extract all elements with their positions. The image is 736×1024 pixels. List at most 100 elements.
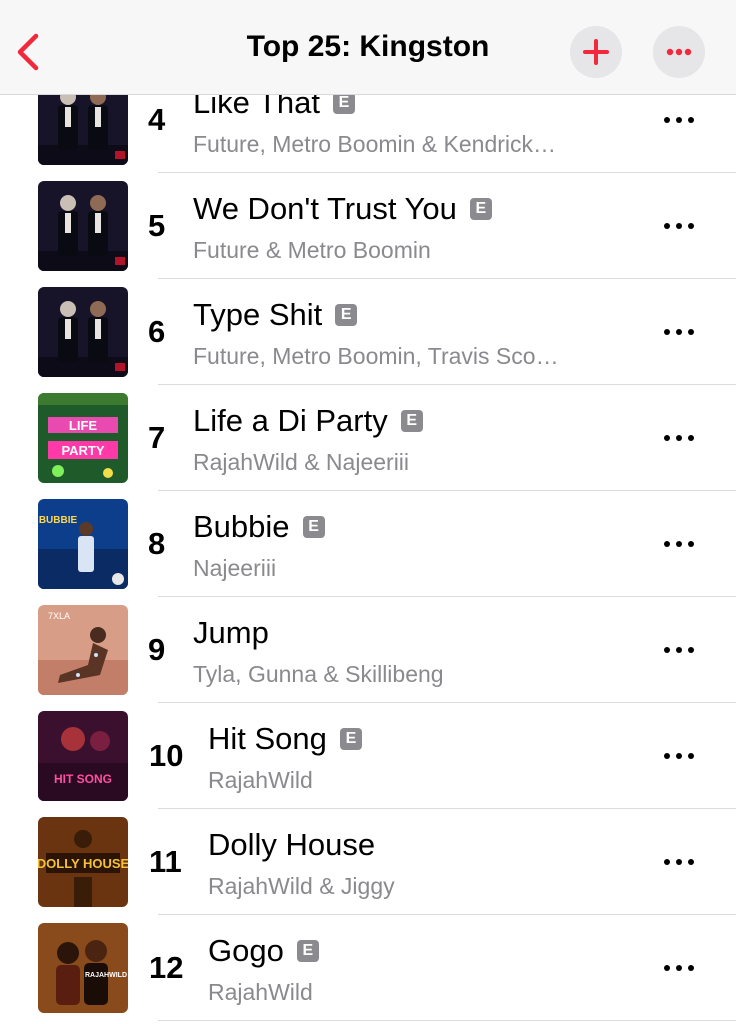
chart-rank: 7 [148, 420, 166, 455]
row-divider [158, 1020, 736, 1021]
album-artwork-image: LIFE PARTY [38, 393, 128, 483]
album-artwork[interactable] [38, 181, 128, 271]
track-title: Life a Di Party [193, 403, 388, 438]
track-artist: Future & Metro Boomin [193, 237, 431, 263]
track-row[interactable]: BUBBIE 8 Bubbie E Najeeriii [0, 491, 736, 597]
album-artwork[interactable]: RAJAHWILD [38, 923, 128, 1013]
explicit-badge: E [339, 728, 362, 750]
ellipsis-dot-icon [676, 435, 682, 441]
chart-rank: 11 [149, 844, 182, 879]
svg-text:DOLLY HOUSE: DOLLY HOUSE [38, 856, 128, 871]
album-artwork[interactable]: LIFE PARTY [38, 393, 128, 483]
ellipsis-dot-icon [664, 223, 670, 229]
track-title-line: Jump [193, 613, 269, 653]
explicit-badge: E [332, 92, 355, 114]
track-title: Bubbie [193, 509, 290, 544]
svg-text:HIT SONG: HIT SONG [54, 772, 112, 786]
chart-rank: 4 [148, 102, 166, 137]
album-artwork[interactable]: DOLLY HOUSE [38, 817, 128, 907]
track-more-button[interactable] [664, 108, 694, 132]
ellipsis-dot-icon [688, 647, 694, 653]
chart-rank: 10 [149, 738, 184, 773]
ellipsis-dot-icon [688, 965, 694, 971]
ellipsis-icon [666, 48, 692, 56]
track-more-button[interactable] [664, 320, 694, 344]
album-artwork[interactable]: HIT SONG [38, 711, 128, 801]
track-artist: RajahWild [208, 979, 313, 1005]
album-artwork-image [38, 181, 128, 271]
track-list: 4 Like That E Future, Metro Boomin & Kendri… [0, 67, 736, 1021]
track-row[interactable]: RAJAHWILD 12 Gogo E RajahWild [0, 915, 736, 1021]
track-row[interactable]: LIFE PARTY 7 Life a Di Party E RajahWild & Na… [0, 385, 736, 491]
svg-text:7XLA: 7XLA [48, 611, 70, 621]
navigation-bar: Top 25: Kingston [0, 0, 736, 95]
track-artist: Najeeriii [193, 555, 277, 581]
ellipsis-dot-icon [688, 329, 694, 335]
chart-rank: 9 [148, 632, 166, 667]
track-more-button[interactable] [664, 850, 694, 874]
track-title-line: Life a Di Party E [193, 401, 423, 441]
ellipsis-dot-icon [688, 859, 694, 865]
chart-rank: 6 [148, 314, 166, 349]
track-title: Type Shit [193, 297, 323, 332]
track-title: Dolly House [208, 827, 376, 862]
ellipsis-dot-icon [676, 753, 682, 759]
ellipsis-dot-icon [664, 329, 670, 335]
svg-text:PARTY: PARTY [61, 443, 104, 458]
track-more-button[interactable] [664, 214, 694, 238]
explicit-badge: E [302, 516, 325, 538]
plus-icon [583, 39, 609, 65]
track-row[interactable]: 5 We Don't Trust You E Future & Metro Boomi… [0, 173, 736, 279]
track-row[interactable]: 7XLA 9 Jump Tyla, Gunna & Skillibeng [0, 597, 736, 703]
page-title: Top 25: Kingston [246, 30, 490, 63]
album-artwork-image: BUBBIE [38, 499, 128, 589]
ellipsis-dot-icon [664, 117, 670, 123]
track-more-button[interactable] [664, 956, 694, 980]
track-row[interactable]: DOLLY HOUSE 11 Dolly House RajahWild & Jigg… [0, 809, 736, 915]
track-artist: Future, Metro Boomin & Kendrick… [193, 131, 557, 157]
ellipsis-dot-icon [676, 223, 682, 229]
track-artist: Future, Metro Boomin, Travis Sco… [193, 343, 559, 369]
track-row[interactable]: HIT SONG 10 Hit Song E RajahWild [0, 703, 736, 809]
svg-text:LIFE: LIFE [69, 418, 97, 433]
ellipsis-dot-icon [664, 541, 670, 547]
ellipsis-dot-icon [688, 541, 694, 547]
track-row[interactable]: 6 Type Shit E Future, Metro Boomin, Travis … [0, 279, 736, 385]
more-options-button[interactable] [653, 26, 705, 78]
ellipsis-dot-icon [664, 965, 670, 971]
track-title-line: Hit Song E [208, 719, 362, 759]
track-more-button[interactable] [664, 638, 694, 662]
album-artwork-image: DOLLY HOUSE [38, 817, 128, 907]
track-artist: RajahWild & Najeeriii [193, 449, 410, 475]
album-artwork-image [38, 287, 128, 377]
ellipsis-dot-icon [676, 117, 682, 123]
explicit-badge: E [335, 304, 358, 326]
track-title-line: We Don't Trust You E [193, 189, 492, 229]
ellipsis-dot-icon [676, 965, 682, 971]
album-artwork[interactable]: 7XLA [38, 605, 128, 695]
track-artist: RajahWild [208, 767, 313, 793]
ellipsis-dot-icon [676, 859, 682, 865]
ellipsis-dot-icon [664, 753, 670, 759]
album-artwork-image: 7XLA [38, 605, 128, 695]
track-title-line: Gogo E [208, 931, 319, 971]
track-artist: Tyla, Gunna & Skillibeng [193, 661, 444, 687]
ellipsis-dot-icon [676, 647, 682, 653]
album-artwork-image: HIT SONG [38, 711, 128, 801]
ellipsis-dot-icon [688, 223, 694, 229]
ellipsis-dot-icon [676, 329, 682, 335]
chart-rank: 5 [148, 208, 166, 243]
ellipsis-dot-icon [688, 117, 694, 123]
ellipsis-dot-icon [688, 435, 694, 441]
album-artwork[interactable] [38, 287, 128, 377]
ellipsis-dot-icon [676, 541, 682, 547]
ellipsis-dot-icon [688, 753, 694, 759]
album-artwork[interactable]: BUBBIE [38, 499, 128, 589]
add-button[interactable] [570, 26, 622, 78]
explicit-badge: E [296, 940, 319, 962]
album-artwork-image: RAJAHWILD [38, 923, 128, 1013]
track-more-button[interactable] [664, 426, 694, 450]
ellipsis-dot-icon [664, 647, 670, 653]
track-more-button[interactable] [664, 744, 694, 768]
track-more-button[interactable] [664, 532, 694, 556]
